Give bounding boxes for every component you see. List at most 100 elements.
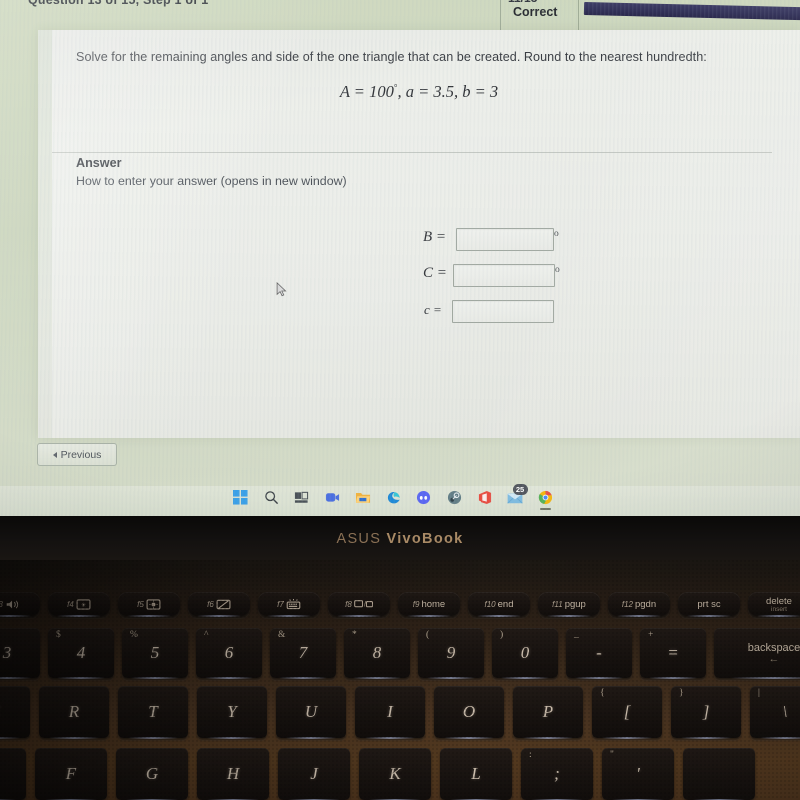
key-i[interactable]: I [355,686,425,739]
key-4[interactable]: $4 [48,628,114,679]
search-icon[interactable] [263,489,280,506]
display-switch-icon: / [354,599,373,610]
function-key-label: pgdn [634,598,657,610]
degree-unit-c: o [555,265,560,275]
key-delete[interactable]: delete insert [748,592,800,617]
function-key-number: f9 [412,599,420,609]
key-prt-sc[interactable]: prt sc [678,592,740,617]
key-g[interactable]: G [116,748,188,800]
key-backlight [196,615,242,617]
discord-icon[interactable] [415,489,432,506]
key-backlight [406,615,452,617]
answer-input-c-angle[interactable] [453,264,555,287]
key-8[interactable]: * 8 [344,628,410,679]
key-backlight [56,615,102,617]
file-explorer-icon[interactable] [354,489,371,506]
steam-icon[interactable] [446,489,463,506]
key-backlight [266,615,312,617]
key-key[interactable] [683,748,755,800]
key-backlight [680,737,732,739]
key-end[interactable]: f10 end [468,592,530,617]
key-l[interactable]: L [440,748,512,800]
key-home[interactable]: f9 home [398,592,460,617]
key-5[interactable]: % 5 [122,628,188,679]
brightness-up-icon [146,598,161,610]
key-backspace[interactable]: backspace ← [714,628,800,679]
key-legend: 8 [372,643,382,662]
key-[interactable]: _ - [566,628,632,679]
key-pgdn[interactable]: f12 pgdn [608,592,670,617]
key-7[interactable]: & 7 [270,628,336,679]
key-legend: U [304,702,318,721]
key-[interactable]: {[ [592,686,662,739]
key-shift-legend: & [278,630,286,640]
key-j[interactable]: J [278,748,350,800]
key-backlight [126,615,172,617]
page-header: Question 13 of 15, Step 1 of 1 11/15 Cor… [0,0,800,30]
key-backlight [353,677,401,679]
number-key-row: #3$4%5^6&7*8(9)0_-+= backspace← [0,628,800,679]
key-backlight [285,737,337,739]
key-legend: backspace ← [747,641,800,665]
key-r[interactable]: R [39,686,109,739]
key-y[interactable]: Y [197,686,267,739]
key-p[interactable]: P [513,686,583,739]
key-0[interactable]: ) 0 [492,628,558,679]
previous-button[interactable]: Previous [37,443,117,466]
key-touchpad-toggle-icon[interactable]: f6 [188,592,250,617]
function-key-row: f3 f4 ☀ f5 f6 f7 f8 / f9home f10end f11pgup f12pgdn… [0,592,800,617]
task-view-icon[interactable] [293,489,310,506]
brand-logo: ASUS VivoBook [0,531,800,547]
answer-input-b[interactable] [456,228,554,251]
key-keyboard-backlight-icon[interactable]: f7 [258,592,320,617]
svg-text:/: / [364,601,366,608]
key-t[interactable]: T [118,686,188,739]
question-progress-label: Question 13 of 15, Step 1 of 1 [28,0,209,7]
key-backlight [279,677,327,679]
key-legend: ' [636,764,640,783]
key-pgup[interactable]: f11 pgup [538,592,600,617]
how-to-enter-answer-link[interactable]: How to enter your answer (opens in new w… [76,174,347,188]
key-o[interactable]: O [434,686,504,739]
field-label-c-angle: C = [423,265,447,281]
key-e[interactable]: E [0,686,30,739]
mail-icon[interactable]: 25 [507,484,528,506]
key-legend: F [65,764,77,783]
key-legend: = [667,643,679,662]
key-[interactable]: " ' [602,748,674,800]
photo-of-laptop: Question 13 of 15, Step 1 of 1 11/15 Cor… [0,0,800,800]
key-f[interactable]: F [35,748,107,800]
key-backlight [336,615,382,617]
key-h[interactable]: H [197,748,269,800]
key-k[interactable]: K [359,748,431,800]
edge-icon[interactable] [385,489,402,506]
key-volume-icon[interactable]: f3 [0,592,40,617]
key-u[interactable]: U [276,686,346,739]
key-[interactable]: + = [640,628,706,679]
key-[interactable]: :; [521,748,593,800]
key-brightness-up-icon[interactable]: f5 [118,592,180,617]
field-label-c-side: c = [424,302,442,317]
key-backlight [575,677,623,679]
chrome-icon[interactable] [537,489,554,510]
answer-input-c-side[interactable] [452,300,554,323]
office-icon[interactable] [476,489,493,506]
key-backlight [476,615,522,617]
key-[interactable]: }] [671,686,741,739]
key-3[interactable]: #3 [0,628,40,679]
key-display-switch-icon[interactable]: f8 / [328,592,390,617]
function-key-number: f7 [277,599,284,609]
key-9[interactable]: (9 [418,628,484,679]
key-brightness-down-icon[interactable]: f4 ☀ [48,592,110,617]
windows-start-icon[interactable] [232,489,249,506]
key-6[interactable]: ^ 6 [196,628,262,679]
zoom-icon[interactable] [324,489,341,506]
brightness-down-icon: ☀ [76,598,91,610]
key-d[interactable]: D [0,748,26,800]
key-backlight [686,615,732,617]
key-legend: 5 [150,643,160,662]
qwerty-key-row: ERTY U IOP{[}]|\ [0,686,800,739]
key-shift-legend: | [758,688,760,698]
key-[interactable]: | \ [750,686,800,739]
given-angle-a: A = 100 [339,82,394,101]
